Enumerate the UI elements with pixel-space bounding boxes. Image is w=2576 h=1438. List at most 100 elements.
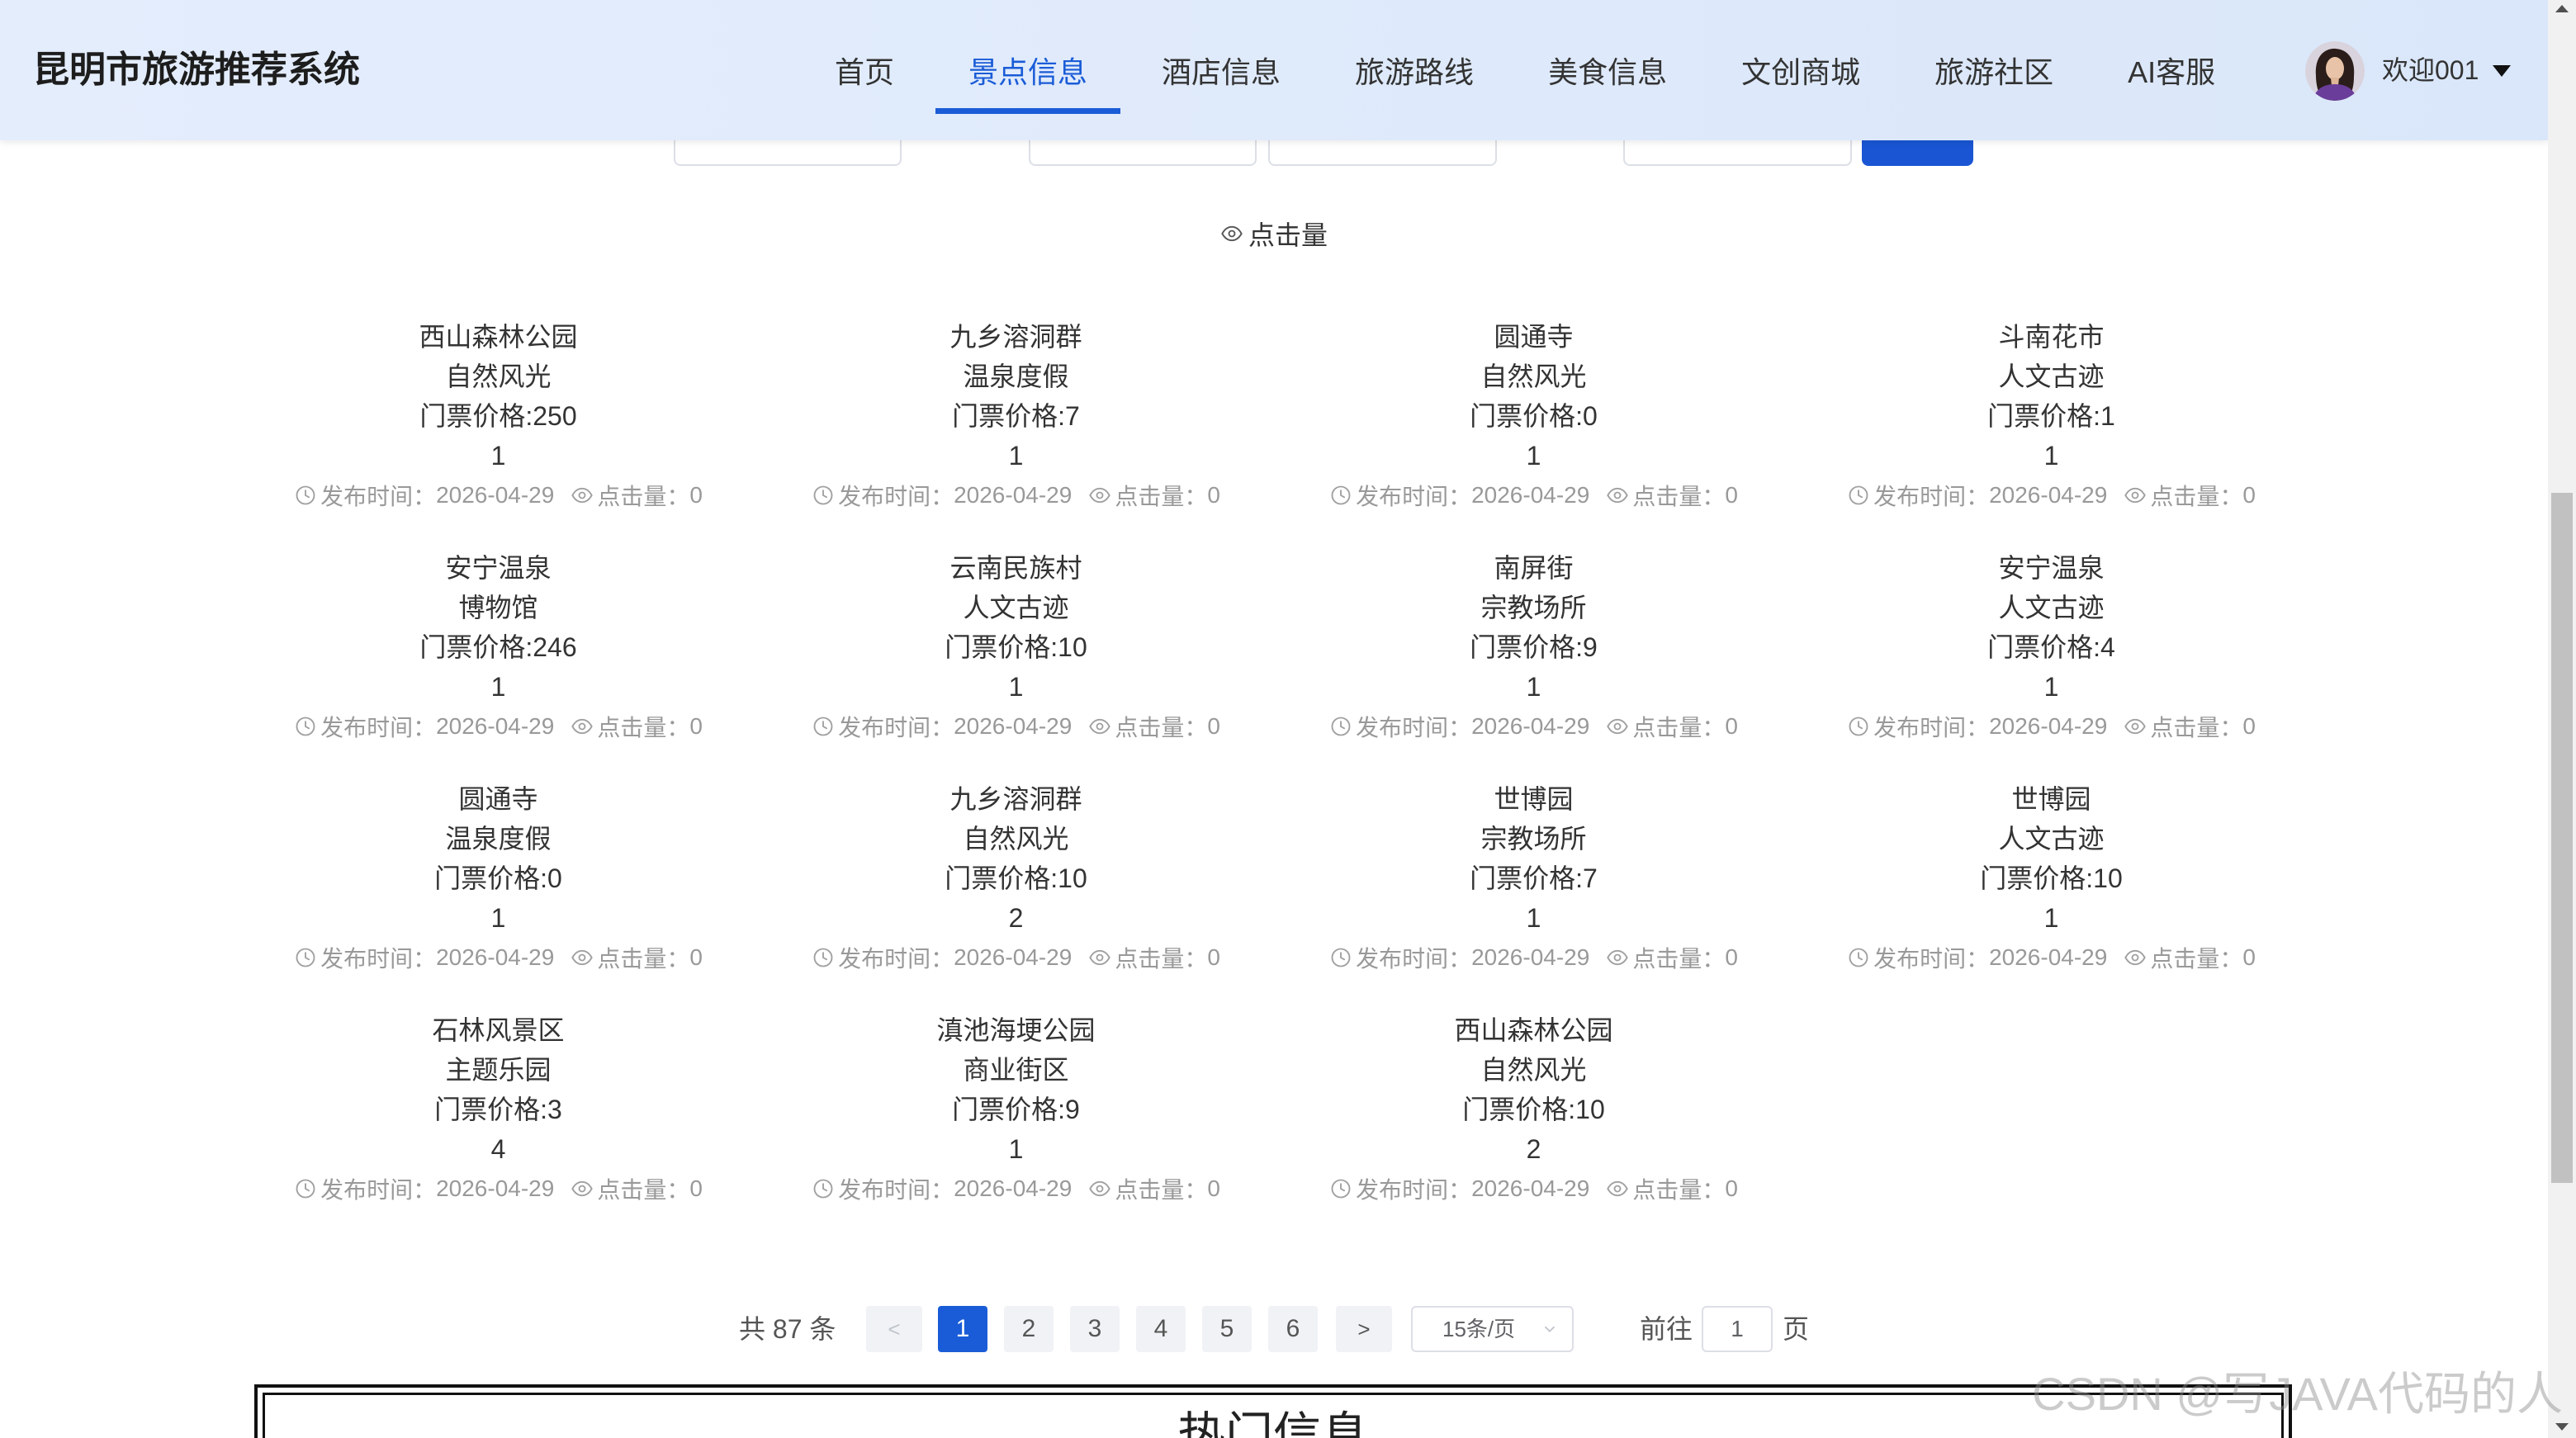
- nav-item-routes[interactable]: 旅游路线: [1322, 0, 1507, 140]
- clicks-count: 0: [689, 713, 703, 739]
- scroll-down-arrow-icon[interactable]: [2555, 1423, 2569, 1431]
- pagination-page-button[interactable]: 3: [1070, 1306, 1120, 1352]
- pagination-page-button[interactable]: 1: [938, 1306, 987, 1352]
- attraction-card[interactable]: 云南民族村 人文古迹 门票价格:10 1 发布时间： 2026-04-29 点击…: [757, 548, 1275, 746]
- publish-date: 2026-04-29: [1471, 1175, 1590, 1201]
- attraction-card[interactable]: 安宁温泉 博物馆 门票价格:246 1 发布时间： 2026-04-29 点击量…: [239, 548, 757, 746]
- attraction-meta: 发布时间： 2026-04-29 点击量： 0: [1275, 938, 1792, 977]
- clicks-count: 0: [2242, 713, 2256, 739]
- attraction-card[interactable]: 九乡溶洞群 温泉度假 门票价格:7 1 发布时间： 2026-04-29 点击量…: [757, 317, 1275, 515]
- attraction-price: 门票价格:3: [239, 1090, 757, 1129]
- attraction-name: 世博园: [2011, 784, 2091, 814]
- pagination-page-button[interactable]: 4: [1136, 1306, 1186, 1352]
- hot-section-title: 热门信息: [1177, 1408, 1369, 1438]
- eye-icon: [1088, 1177, 1111, 1200]
- pagination-prev-button[interactable]: <: [866, 1306, 922, 1352]
- publish-time-label: 发布时间：: [320, 946, 437, 972]
- attraction-number: 1: [2043, 441, 2059, 471]
- scrollbar-thumb[interactable]: [2551, 493, 2573, 1183]
- chevron-down-icon: [1541, 1320, 1559, 1338]
- page-size-select[interactable]: 15条/页: [1411, 1306, 1574, 1352]
- attraction-card[interactable]: 西山森林公园 自然风光 门票价格:250 1 发布时间： 2026-04-29 …: [239, 317, 757, 515]
- attraction-card[interactable]: 石林风景区 主题乐园 门票价格:3 4 发布时间： 2026-04-29 点击量…: [239, 1010, 757, 1209]
- attraction-number: 1: [1526, 672, 1541, 702]
- attraction-category: 自然风光: [963, 824, 1069, 854]
- price-label: 门票价格:: [952, 401, 1066, 431]
- attraction-category: 温泉度假: [963, 362, 1069, 391]
- pagination-page-button[interactable]: 2: [1004, 1306, 1054, 1352]
- attraction-card[interactable]: 世博园 人文古迹 门票价格:10 1 发布时间： 2026-04-29 点击量：…: [1792, 779, 2310, 977]
- nav-item-attractions[interactable]: 景点信息: [935, 0, 1121, 140]
- publish-date: 2026-04-29: [954, 1175, 1073, 1201]
- attraction-card[interactable]: 圆通寺 自然风光 门票价格:0 1 发布时间： 2026-04-29 点击量： …: [1275, 317, 1792, 515]
- eye-icon: [1606, 946, 1629, 969]
- nav-item-home[interactable]: 首页: [802, 0, 927, 140]
- attraction-name: 九乡溶洞群: [949, 784, 1082, 814]
- clicks-label: 点击量：: [2150, 484, 2243, 509]
- clicks-label: 点击量：: [1632, 946, 1726, 972]
- vertical-scrollbar[interactable]: [2548, 0, 2576, 1438]
- attraction-card[interactable]: 斗南花市 人文古迹 门票价格:1 1 发布时间： 2026-04-29 点击量：…: [1792, 317, 2310, 515]
- attraction-card[interactable]: 九乡溶洞群 自然风光 门票价格:10 2 发布时间： 2026-04-29 点击…: [757, 779, 1275, 977]
- eye-icon: [571, 484, 594, 507]
- attraction-card[interactable]: 南屏街 宗教场所 门票价格:9 1 发布时间： 2026-04-29 点击量： …: [1275, 548, 1792, 746]
- attraction-number: 2: [1526, 1134, 1541, 1164]
- price-value: 246: [533, 632, 577, 662]
- clicks-count: 0: [1207, 713, 1220, 739]
- app-title: 昆明市旅游推荐系统: [33, 50, 360, 90]
- attraction-name: 云南民族村: [949, 553, 1082, 583]
- publish-date: 2026-04-29: [1471, 713, 1590, 739]
- pagination-page-button[interactable]: 6: [1268, 1306, 1318, 1352]
- nav-item-ai-service[interactable]: AI客服: [2095, 0, 2248, 140]
- publish-date: 2026-04-29: [1471, 944, 1590, 970]
- attraction-card[interactable]: 圆通寺 温泉度假 门票价格:0 1 发布时间： 2026-04-29 点击量： …: [239, 779, 757, 977]
- price-label: 门票价格:: [434, 863, 548, 893]
- nav-item-label: AI客服: [2128, 55, 2216, 89]
- attraction-card[interactable]: 安宁温泉 人文古迹 门票价格:4 1 发布时间： 2026-04-29 点击量：…: [1792, 548, 2310, 746]
- nav-item-label: 酒店信息: [1162, 55, 1281, 89]
- attraction-name: 西山森林公园: [419, 322, 578, 352]
- sort-by-clicks-toggle[interactable]: 点击量: [1220, 217, 1328, 250]
- attraction-number: 1: [490, 903, 506, 933]
- attraction-grid: 西山森林公园 自然风光 门票价格:250 1 发布时间： 2026-04-29 …: [239, 317, 2310, 1209]
- goto-page-input[interactable]: [1702, 1306, 1773, 1352]
- nav-item-label: 文创商城: [1741, 55, 1861, 89]
- scroll-up-arrow-icon[interactable]: [2555, 5, 2569, 12]
- nav-item-hotels[interactable]: 酒店信息: [1129, 0, 1314, 140]
- publish-time-label: 发布时间：: [838, 946, 954, 972]
- pagination-next-button[interactable]: >: [1336, 1306, 1392, 1352]
- nav-item-shop[interactable]: 文创商城: [1708, 0, 1893, 140]
- pagination-page-button[interactable]: 5: [1202, 1306, 1252, 1352]
- attraction-card[interactable]: 西山森林公园 自然风光 门票价格:10 2 发布时间： 2026-04-29 点…: [1275, 1010, 1792, 1209]
- nav-item-community[interactable]: 旅游社区: [1901, 0, 2086, 140]
- user-avatar[interactable]: [2305, 41, 2365, 101]
- attraction-meta: 发布时间： 2026-04-29 点击量： 0: [1275, 707, 1792, 746]
- clock-icon: [294, 1177, 317, 1200]
- watermark: CSDN @写JAVA代码的人: [2032, 1368, 2563, 1420]
- clock-icon: [1847, 946, 1870, 969]
- clicks-count: 0: [1207, 482, 1220, 508]
- price-value: 10: [1058, 863, 1087, 893]
- eye-icon: [1220, 222, 1243, 245]
- hot-section: 热门信息: [254, 1384, 2292, 1438]
- page: 昆明市旅游推荐系统 首页 景点信息 酒店信息 旅游路线 美食信息 文创商城 旅游…: [0, 0, 2548, 1438]
- clock-icon: [294, 484, 317, 507]
- user-greeting[interactable]: 欢迎001: [2382, 0, 2479, 140]
- caret-down-icon[interactable]: [2493, 65, 2511, 77]
- price-label: 门票价格:: [1470, 863, 1584, 893]
- attraction-name: 安宁温泉: [445, 553, 552, 583]
- attraction-price: 门票价格:1: [1792, 396, 2310, 436]
- attraction-meta: 发布时间： 2026-04-29 点击量： 0: [757, 707, 1275, 746]
- publish-date: 2026-04-29: [1989, 944, 2108, 970]
- eye-icon: [1088, 715, 1111, 738]
- attraction-card[interactable]: 滇池海埂公园 商业街区 门票价格:9 1 发布时间： 2026-04-29 点击…: [757, 1010, 1275, 1209]
- nav-item-food[interactable]: 美食信息: [1515, 0, 1700, 140]
- eye-icon: [2124, 715, 2147, 738]
- clicks-label: 点击量：: [597, 484, 690, 509]
- attraction-price: 门票价格:10: [757, 859, 1275, 898]
- attraction-card[interactable]: 世博园 宗教场所 门票价格:7 1 发布时间： 2026-04-29 点击量： …: [1275, 779, 1792, 977]
- attraction-meta: 发布时间： 2026-04-29 点击量： 0: [757, 1169, 1275, 1209]
- attraction-number: 4: [490, 1134, 506, 1164]
- eye-icon: [2124, 946, 2147, 969]
- attraction-category: 人文古迹: [1998, 824, 2105, 854]
